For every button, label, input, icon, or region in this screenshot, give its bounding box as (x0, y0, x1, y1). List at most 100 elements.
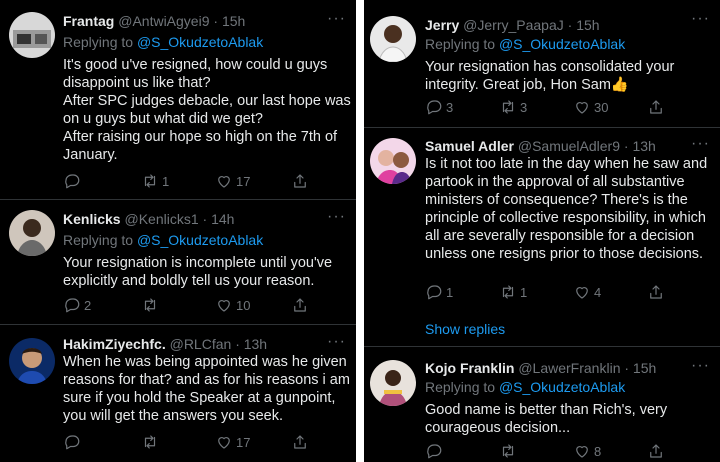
replying-to: Replying to @S_OkudzetoAblak (63, 33, 263, 51)
show-replies-link[interactable]: Show replies (425, 321, 505, 337)
retweet-button[interactable] (141, 433, 162, 451)
avatar[interactable] (370, 138, 416, 184)
heart-icon (218, 300, 230, 312)
display-name[interactable]: Samuel Adler (425, 138, 514, 154)
more-options-icon[interactable]: ··· (327, 208, 346, 226)
tweet-actions: 3 3 30 (425, 98, 675, 118)
reply-button[interactable] (425, 442, 446, 460)
tweet-text: Your resignation has consolidated your i… (425, 59, 675, 93)
share-button[interactable] (647, 442, 665, 460)
heart-icon (218, 176, 230, 188)
reply-tweet[interactable]: Frantag @AntwiAgyei9 · 15h ··· Replying … (0, 0, 356, 200)
heart-icon (218, 437, 230, 449)
retweet-count: 3 (520, 99, 528, 115)
like-button[interactable]: 17 (215, 172, 250, 190)
avatar[interactable] (9, 210, 55, 256)
tweet-text: Is it not too late in the day when he sa… (425, 156, 708, 262)
more-options-icon[interactable]: ··· (691, 10, 710, 28)
display-name[interactable]: HakimZiyechfc. (63, 336, 166, 352)
timestamp[interactable]: · 13h (624, 138, 656, 154)
reply-tweet[interactable]: Samuel Adler @SamuelAdler9 · 13h ··· Is … (364, 128, 720, 346)
timestamp[interactable]: · 14h (203, 211, 235, 227)
user-handle[interactable]: @SamuelAdler9 (518, 138, 620, 154)
like-button[interactable]: 30 (573, 98, 608, 116)
more-options-icon[interactable]: ··· (327, 10, 346, 28)
retweet-icon (144, 435, 156, 449)
reply-button[interactable]: 2 (63, 296, 91, 314)
avatar[interactable] (9, 12, 55, 58)
retweet-icon (144, 174, 156, 188)
tweet-header: Samuel Adler @SamuelAdler9 · 13h (425, 137, 656, 155)
like-button[interactable]: 10 (215, 296, 250, 314)
user-handle[interactable]: @Jerry_PaapaJ (463, 17, 564, 33)
tweet-text: When he was being appointed was he given… (63, 354, 350, 424)
share-button[interactable] (291, 296, 309, 314)
replying-to-label: Replying to (63, 232, 134, 248)
replying-to: Replying to @S_OkudzetoAblak (63, 231, 263, 249)
reply-tweet[interactable]: Kojo Franklin @LawerFranklin · 15h ··· R… (364, 347, 720, 462)
retweet-button[interactable]: 1 (499, 283, 527, 301)
user-handle[interactable]: @RLCfan (170, 336, 232, 352)
like-button[interactable]: 17 (215, 433, 250, 451)
retweet-button[interactable]: 3 (499, 98, 527, 116)
share-icon (650, 100, 662, 114)
reply-count: 3 (446, 99, 454, 115)
share-icon (294, 298, 306, 312)
like-button[interactable]: 4 (573, 283, 601, 301)
reply-tweet[interactable]: HakimZiyechfc. @RLCfan · 13h ··· When he… (0, 325, 356, 462)
tweet-actions: 17 (63, 433, 313, 453)
like-count: 4 (594, 284, 602, 300)
tweet-text: It's good u've resigned, how could u guy… (63, 57, 351, 163)
more-options-icon[interactable]: ··· (327, 333, 346, 351)
replying-to-handle[interactable]: @S_OkudzetoAblak (137, 232, 263, 248)
reply-tweet[interactable]: Kenlicks @Kenlicks1 · 14h ··· Replying t… (0, 200, 356, 325)
replying-to-handle[interactable]: @S_OkudzetoAblak (137, 34, 263, 50)
display-name[interactable]: Kojo Franklin (425, 360, 514, 376)
share-button[interactable] (647, 283, 665, 301)
retweet-button[interactable] (141, 296, 162, 314)
tweet-actions: 1 1 4 (425, 283, 675, 303)
replying-to-label: Replying to (63, 34, 134, 50)
user-handle[interactable]: @Kenlicks1 (124, 211, 198, 227)
timestamp[interactable]: · 15h (568, 17, 600, 33)
tweet-actions: 1 17 (63, 172, 313, 192)
share-button[interactable] (291, 172, 309, 190)
retweet-icon (502, 444, 514, 458)
like-count: 8 (594, 443, 602, 459)
share-icon (294, 174, 306, 188)
more-options-icon[interactable]: ··· (691, 357, 710, 375)
user-handle[interactable]: @LawerFranklin (518, 360, 620, 376)
avatar[interactable] (370, 16, 416, 62)
display-name[interactable]: Kenlicks (63, 211, 121, 227)
user-handle[interactable]: @AntwiAgyei9 (118, 13, 209, 29)
reply-icon (427, 444, 442, 459)
more-options-icon[interactable]: ··· (691, 135, 710, 153)
retweet-button[interactable]: 1 (141, 172, 169, 190)
like-button[interactable]: 8 (573, 442, 601, 460)
avatar[interactable] (9, 338, 55, 384)
reply-button[interactable]: 3 (425, 98, 453, 116)
timestamp[interactable]: · 15h (213, 13, 245, 29)
avatar[interactable] (370, 360, 416, 406)
reply-button[interactable]: 1 (425, 283, 453, 301)
reply-tweet[interactable]: Jerry @Jerry_PaapaJ · 15h ··· Replying t… (364, 0, 720, 128)
like-count: 17 (236, 434, 251, 450)
reply-button[interactable] (63, 433, 84, 451)
timestamp[interactable]: · 13h (235, 336, 267, 352)
share-button[interactable] (647, 98, 665, 116)
share-button[interactable] (291, 433, 309, 451)
like-count: 10 (236, 297, 251, 313)
timestamp[interactable]: · 15h (624, 360, 656, 376)
retweet-icon (502, 285, 514, 299)
reply-button[interactable] (63, 172, 84, 190)
replying-to-handle[interactable]: @S_OkudzetoAblak (499, 36, 625, 52)
display-name[interactable]: Jerry (425, 17, 459, 33)
share-icon (650, 444, 662, 458)
retweet-button[interactable] (499, 442, 520, 460)
replying-to: Replying to @S_OkudzetoAblak (425, 35, 625, 53)
reply-icon (65, 298, 80, 313)
tweet-header: Frantag @AntwiAgyei9 · 15h (63, 12, 245, 30)
retweet-count: 1 (162, 173, 170, 189)
replying-to-handle[interactable]: @S_OkudzetoAblak (499, 379, 625, 395)
display-name[interactable]: Frantag (63, 13, 114, 29)
